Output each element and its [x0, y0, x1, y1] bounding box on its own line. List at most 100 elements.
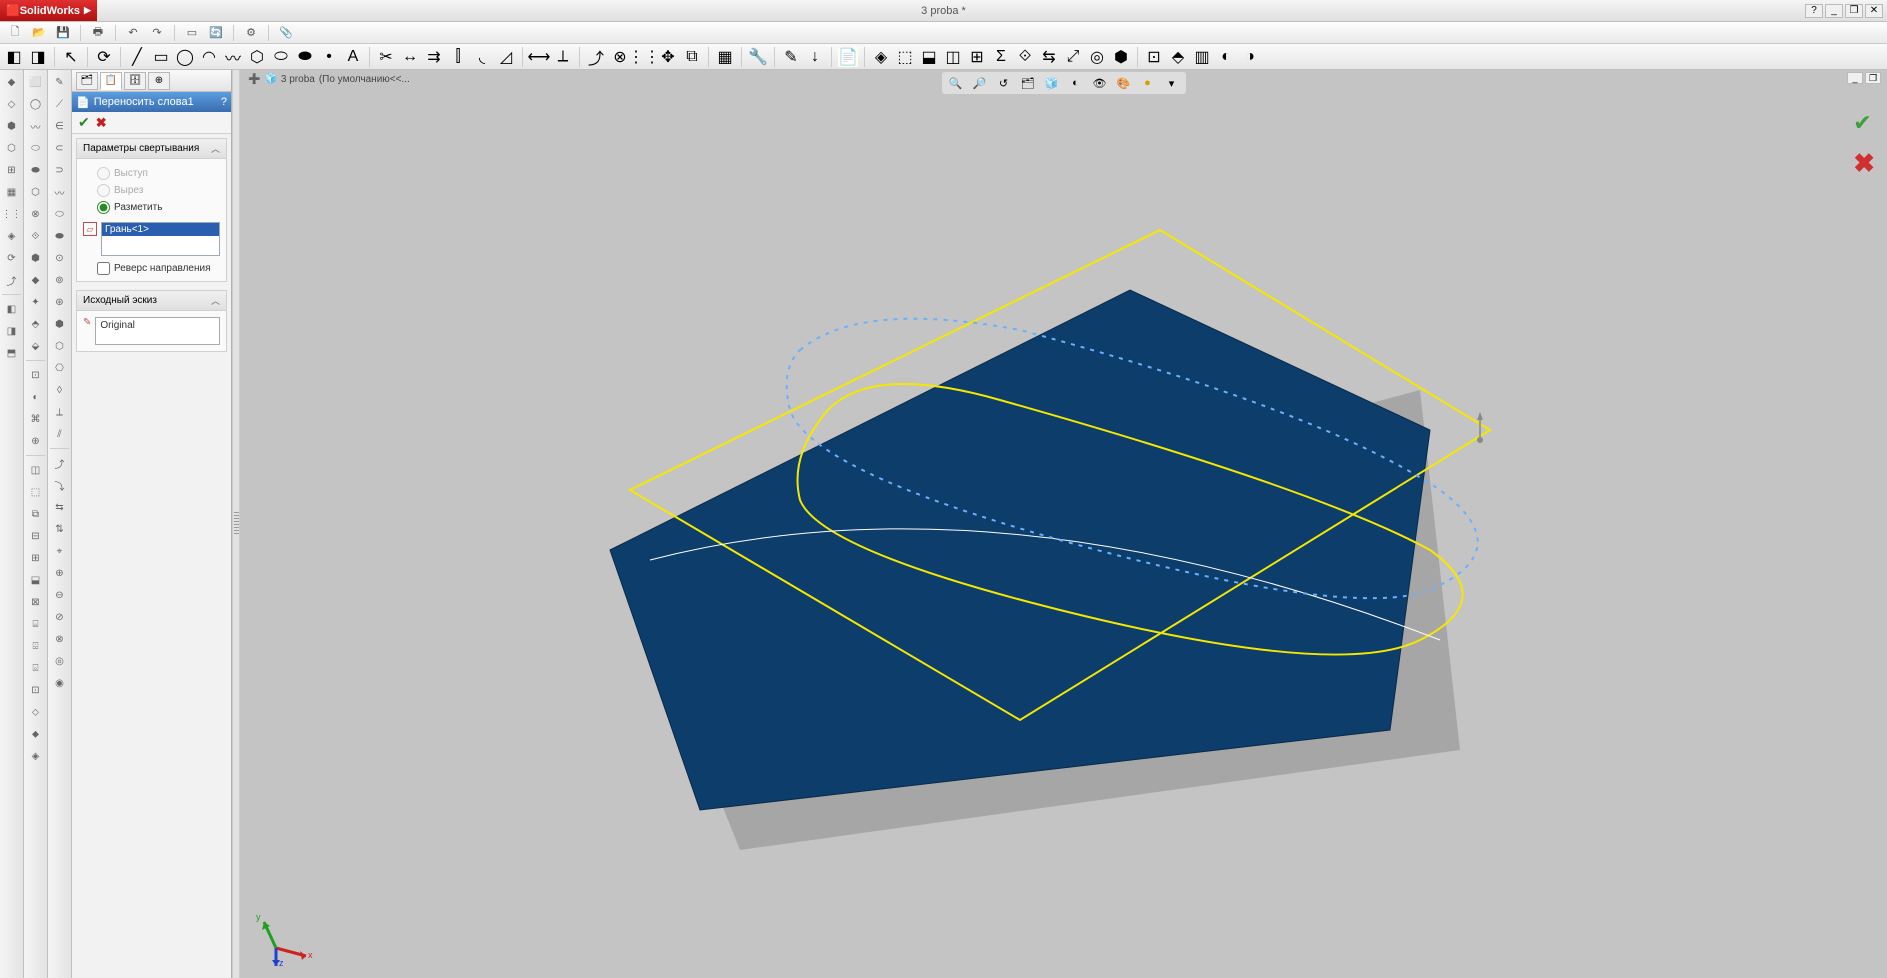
- repair-icon[interactable]: 🔧: [748, 47, 768, 67]
- tool-icon[interactable]: ⬡: [2, 138, 22, 158]
- tool-icon[interactable]: ⊗: [50, 629, 70, 649]
- select-button[interactable]: ▭: [183, 24, 201, 42]
- tool-icon[interactable]: ⇅: [50, 519, 70, 539]
- close-button[interactable]: ✕: [1865, 4, 1883, 18]
- print-button[interactable]: 🖶: [89, 24, 107, 42]
- tool-icon[interactable]: ⬬: [26, 160, 46, 180]
- tool-icon[interactable]: 〰: [26, 116, 46, 136]
- tool-icon[interactable]: ◊: [50, 380, 70, 400]
- tool-icon[interactable]: ⬭: [50, 204, 70, 224]
- arc-icon[interactable]: ◠: [199, 47, 219, 67]
- tool-icon[interactable]: ◯: [26, 94, 46, 114]
- tool-icon[interactable]: ◫: [26, 460, 46, 480]
- section-view-icon[interactable]: 🗂: [1018, 74, 1038, 92]
- tool-icon[interactable]: Σ: [991, 47, 1011, 67]
- tool-icon[interactable]: ◫: [943, 47, 963, 67]
- tool-icon[interactable]: ⬭: [26, 138, 46, 158]
- subwin-minimize[interactable]: _: [1847, 72, 1863, 84]
- hide-show-icon[interactable]: 👁: [1090, 74, 1110, 92]
- tool-icon[interactable]: ⬢: [50, 314, 70, 334]
- display-style-icon[interactable]: ◐: [1066, 74, 1086, 92]
- scene-icon[interactable]: ●: [1138, 74, 1158, 92]
- tab-feature-tree[interactable]: 🗂: [76, 72, 98, 90]
- fillet-icon[interactable]: ◟: [472, 47, 492, 67]
- intersect-icon[interactable]: ⊗: [610, 47, 630, 67]
- rect-icon[interactable]: ▭: [151, 47, 171, 67]
- checkbox-reverse[interactable]: Реверс направления: [83, 256, 220, 275]
- tool-icon[interactable]: ◨: [2, 321, 22, 341]
- new-button[interactable]: 🗋: [6, 24, 24, 42]
- tool-icon[interactable]: ⟳: [2, 248, 22, 268]
- tool-icon[interactable]: ◨: [28, 47, 48, 67]
- tool-icon[interactable]: ◉: [50, 673, 70, 693]
- tool-icon[interactable]: ⬙: [26, 336, 46, 356]
- view-orientation-icon[interactable]: 🧊: [1042, 74, 1062, 92]
- ok-button[interactable]: ✔: [78, 114, 90, 131]
- tool-icon[interactable]: ⊕: [50, 563, 70, 583]
- tool-icon[interactable]: ▦: [2, 182, 22, 202]
- tool-icon[interactable]: ⬡: [26, 182, 46, 202]
- tool-icon[interactable]: ⊖: [50, 585, 70, 605]
- attach-button[interactable]: 📎: [277, 24, 295, 42]
- tool-icon[interactable]: ⊂: [50, 138, 70, 158]
- tool-icon[interactable]: ⧉: [26, 504, 46, 524]
- tool-icon[interactable]: ⬓: [919, 47, 939, 67]
- tool-icon[interactable]: ◈: [26, 746, 46, 766]
- tab-property-manager[interactable]: 📋: [100, 72, 122, 90]
- minimize-button[interactable]: _: [1825, 4, 1843, 18]
- tool-icon[interactable]: ⊠: [26, 592, 46, 612]
- relation-icon[interactable]: ⟂: [553, 47, 573, 67]
- help-button[interactable]: ?: [221, 96, 227, 108]
- tool-icon[interactable]: ⌹: [26, 636, 46, 656]
- subwin-maximize[interactable]: ❐: [1865, 72, 1881, 84]
- slot-icon[interactable]: ⬬: [295, 47, 315, 67]
- tool-icon[interactable]: ⬓: [26, 570, 46, 590]
- tool-icon[interactable]: ⬥: [26, 724, 46, 744]
- tab-config[interactable]: 🗄: [124, 72, 146, 90]
- tool-icon[interactable]: ◈: [871, 47, 891, 67]
- tool-icon[interactable]: ◧: [4, 47, 24, 67]
- tool-icon[interactable]: ✦: [26, 292, 46, 312]
- tool-icon[interactable]: ◈: [2, 226, 22, 246]
- prev-view-icon[interactable]: ↺: [994, 74, 1014, 92]
- tool-icon[interactable]: ⊞: [2, 160, 22, 180]
- dimension-icon[interactable]: ⟷: [529, 47, 549, 67]
- group-header[interactable]: Параметры свертывания ︿: [77, 139, 226, 159]
- tool-icon[interactable]: ⊡: [1144, 47, 1164, 67]
- rotate-icon[interactable]: ⟳: [94, 47, 114, 67]
- polygon-icon[interactable]: ⬡: [247, 47, 267, 67]
- copy-icon[interactable]: ⧉: [682, 47, 702, 67]
- dropdown-icon[interactable]: ▾: [1162, 74, 1182, 92]
- tool-icon[interactable]: ⊙: [50, 248, 70, 268]
- view-triad[interactable]: x y z: [256, 908, 316, 968]
- tool-icon[interactable]: ◆: [26, 270, 46, 290]
- tool-icon[interactable]: ⤢: [1063, 47, 1083, 67]
- tool-icon[interactable]: ⤵: [50, 475, 70, 495]
- text-icon[interactable]: A: [343, 47, 363, 67]
- face-selection-list[interactable]: Грань<1>: [101, 222, 220, 256]
- tool-icon[interactable]: ⟂: [50, 402, 70, 422]
- tool-icon[interactable]: ⬦: [26, 702, 46, 722]
- tool-icon[interactable]: ⊕: [26, 431, 46, 451]
- confirm-ok-button[interactable]: ✔: [1853, 110, 1875, 136]
- tool-icon[interactable]: ⊃: [50, 160, 70, 180]
- tool-icon[interactable]: ⊛: [50, 292, 70, 312]
- tool-icon[interactable]: ⤴: [50, 453, 70, 473]
- cursor-icon[interactable]: ↖: [61, 47, 81, 67]
- help-button[interactable]: ?: [1805, 4, 1823, 18]
- tool-icon[interactable]: ⊡: [26, 365, 46, 385]
- tool-icon[interactable]: ⟐: [26, 226, 46, 246]
- tool-icon[interactable]: ⇆: [1039, 47, 1059, 67]
- pin-icon[interactable]: ➕: [248, 74, 260, 85]
- tool-icon[interactable]: ⊚: [50, 270, 70, 290]
- tool-icon[interactable]: ⊟: [26, 526, 46, 546]
- tool-icon[interactable]: ⬢: [26, 248, 46, 268]
- point-icon[interactable]: •: [319, 47, 339, 67]
- pattern-icon[interactable]: ⋮⋮: [634, 47, 654, 67]
- tool-icon[interactable]: ⋮⋮: [2, 204, 22, 224]
- tool-icon[interactable]: ⟐: [1015, 47, 1035, 67]
- selection-item[interactable]: Грань<1>: [102, 223, 219, 236]
- save-button[interactable]: 💾: [54, 24, 72, 42]
- tool-icon[interactable]: ⎔: [50, 358, 70, 378]
- tool-icon[interactable]: ⬡: [50, 336, 70, 356]
